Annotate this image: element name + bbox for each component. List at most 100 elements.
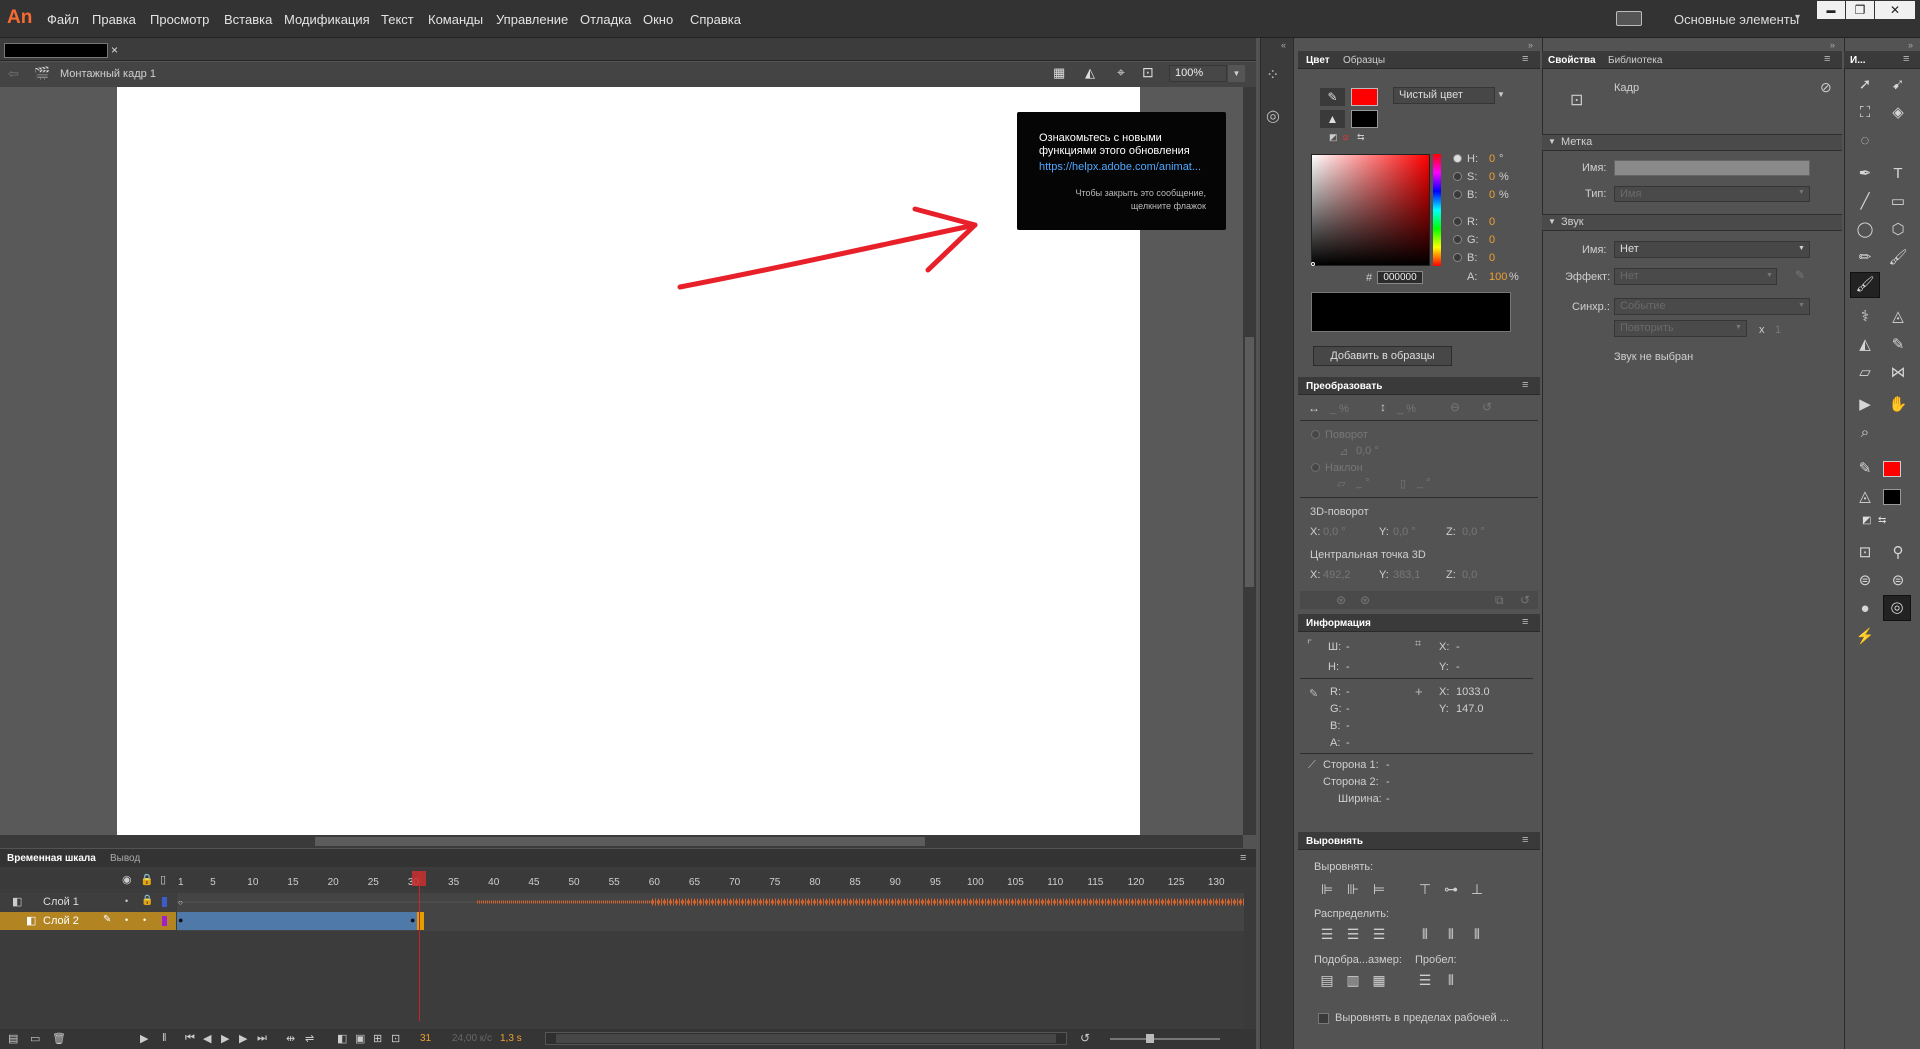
ink-bottle-tool-icon[interactable]: ◭ [1852, 333, 1878, 357]
playhead[interactable] [419, 871, 420, 1021]
keyframe-end[interactable]: ● [410, 915, 415, 925]
pencil-tool-icon[interactable]: ✏ [1852, 246, 1878, 270]
r3d-z-value[interactable]: 0,0 ° [1462, 526, 1485, 538]
match-both-icon[interactable]: ▦ [1370, 969, 1388, 991]
stroke-color-swatch[interactable] [1351, 88, 1378, 106]
duplicate-transform-icon[interactable]: ⧉ [1495, 593, 1504, 608]
red-value[interactable]: 0 [1489, 216, 1495, 228]
tab-swatches[interactable]: Образцы [1343, 55, 1385, 66]
menu-commands[interactable]: Команды [428, 12, 483, 27]
stroke-pencil-icon[interactable]: ✎ [1852, 457, 1878, 481]
keyframe-start[interactable]: ● [178, 915, 183, 925]
skew-radio[interactable] [1311, 463, 1320, 472]
match-width-icon[interactable]: ▤ [1318, 969, 1336, 991]
chevron-down-icon[interactable]: ▼ [1798, 245, 1805, 252]
tooltip-link[interactable]: https://helpx.adobe.com/animat... [1039, 161, 1201, 173]
r3d-y-value[interactable]: 0,0 ° [1393, 526, 1416, 538]
align-top-icon[interactable]: ⊤ [1416, 878, 1434, 900]
center-frame-icon[interactable]: ⇌ [305, 1032, 314, 1045]
outline-icon[interactable]: ▯ [160, 873, 166, 886]
green-radio[interactable] [1453, 235, 1462, 244]
brush-tool-icon[interactable]: 🖌 [1850, 272, 1880, 298]
menu-view[interactable]: Просмотр [150, 12, 209, 27]
first-frame-icon[interactable]: ⏮ [185, 1032, 195, 1045]
space-vertical-icon[interactable]: ☰ [1416, 969, 1434, 991]
tools-title[interactable]: И... [1850, 55, 1866, 66]
tab-timeline[interactable]: Временная шкала [7, 853, 96, 864]
brightness-radio[interactable] [1453, 190, 1462, 199]
sat-value[interactable]: 0 [1489, 171, 1495, 183]
close-tab-icon[interactable]: × [111, 43, 118, 57]
flip-h-icon[interactable]: ⊛ [1336, 593, 1346, 607]
line-tool-icon[interactable]: ╱ [1852, 190, 1878, 214]
sync-select[interactable]: Событие [1614, 298, 1810, 315]
color-picker-field[interactable] [1311, 154, 1430, 266]
eyedropper-tool-icon[interactable]: ✎ [1885, 333, 1911, 357]
reset-transform-icon[interactable]: ↺ [1520, 593, 1530, 607]
layer-name[interactable]: Слой 1 [43, 896, 79, 908]
flip-v-icon[interactable]: ⊛ [1360, 593, 1370, 607]
reset-icon[interactable]: ↺ [1482, 400, 1492, 414]
stroke-color-icon[interactable]: ✎ [1320, 88, 1345, 106]
collapse-panel-icon[interactable]: » [1528, 40, 1533, 50]
gamepad-icon[interactable] [1616, 11, 1642, 26]
menu-help[interactable]: Справка [690, 12, 741, 27]
panel-menu-icon[interactable]: ≡ [1903, 53, 1909, 65]
align-right-icon[interactable]: ⊨ [1370, 878, 1388, 900]
camera-icon[interactable]: ▶ [140, 1032, 148, 1045]
black-white-icon[interactable]: ◩ [1329, 132, 1338, 143]
skew-x-value[interactable]: _ ° [1356, 477, 1370, 489]
sound-name-select[interactable]: Нет [1614, 241, 1810, 258]
frame-size-slider[interactable] [1110, 1038, 1220, 1040]
height-percent[interactable]: _ % [1397, 403, 1416, 415]
align-to-stage-label[interactable]: Выровнять в пределах рабочей ... [1335, 1012, 1509, 1024]
fill-color-icon[interactable]: ▲ [1320, 110, 1345, 128]
zoom-tool-icon[interactable]: ⌕ [1852, 421, 1878, 445]
blue-radio[interactable] [1453, 253, 1462, 262]
distribute-vcenter-icon[interactable]: ☰ [1344, 923, 1362, 945]
collapse-panel-icon[interactable]: » [1830, 40, 1835, 50]
minimize-button[interactable]: ▬ [1817, 1, 1845, 19]
expand-panels-icon[interactable]: « [1281, 40, 1286, 50]
align-left-icon[interactable]: ⊫ [1318, 878, 1336, 900]
chevron-down-icon[interactable]: ▾ [1795, 12, 1800, 23]
outline-color[interactable] [162, 897, 167, 907]
collapse-panel-icon[interactable]: » [1908, 40, 1913, 50]
update-tooltip[interactable]: Ознакомьтесь с новыми функциями этого об… [1017, 112, 1226, 230]
edit-multiple-icon[interactable]: ⊞ [373, 1032, 382, 1045]
swap-colors-icon[interactable]: ⇆ [1878, 515, 1886, 526]
last-frame-icon[interactable]: ⏭ [257, 1032, 267, 1045]
motion-presets-icon[interactable]: ⁘ [1266, 65, 1279, 85]
pen-tool-icon[interactable]: ✒ [1852, 162, 1878, 186]
pause-layers-icon[interactable]: ‖ [162, 1032, 167, 1044]
rotate-radio[interactable] [1311, 430, 1320, 439]
width-percent[interactable]: _ % [1330, 403, 1349, 415]
step-forward-icon[interactable]: ▶ [239, 1032, 247, 1045]
distribute-top-icon[interactable]: ☰ [1318, 923, 1336, 945]
3d-rotation-tool-icon[interactable]: ◈ [1885, 101, 1911, 125]
polystar-tool-icon[interactable]: ⬡ [1885, 218, 1911, 242]
document-tab[interactable] [4, 43, 108, 58]
object-drawing-icon[interactable]: ⊡ [1852, 541, 1878, 565]
visibility-dot[interactable]: • [125, 896, 128, 906]
frame-size-thumb[interactable] [1146, 1034, 1154, 1043]
tool-stroke-swatch[interactable] [1883, 461, 1901, 477]
saturation-radio[interactable] [1453, 172, 1462, 181]
no-color-icon[interactable]: ⧄ [1343, 132, 1349, 143]
elapsed-time[interactable]: 1,3 s [500, 1033, 522, 1044]
c3d-z-value[interactable]: 0,0 [1462, 569, 1477, 581]
space-horizontal-icon[interactable]: ⫴ [1442, 969, 1460, 991]
zoom-dropdown-icon[interactable]: ▼ [1228, 65, 1245, 82]
snap-icon[interactable]: ⚲ [1885, 541, 1911, 565]
camera-tool-icon[interactable]: ▶ [1852, 393, 1878, 417]
timeline-hscroll[interactable] [545, 1032, 1067, 1045]
oval-tool-icon[interactable]: ◯ [1852, 218, 1878, 242]
pencil-icon[interactable]: ✎ [103, 914, 111, 925]
edit-effect-icon[interactable]: ✎ [1795, 268, 1805, 282]
chevron-down-icon[interactable]: ▼ [1548, 137, 1556, 146]
cc-libraries-icon[interactable]: ◎ [1266, 106, 1280, 126]
align-to-stage-checkbox[interactable] [1318, 1013, 1329, 1024]
text-tool-icon[interactable]: T [1885, 162, 1911, 186]
align-hcenter-icon[interactable]: ⊪ [1344, 878, 1362, 900]
hex-input[interactable]: 000000 [1377, 271, 1423, 284]
